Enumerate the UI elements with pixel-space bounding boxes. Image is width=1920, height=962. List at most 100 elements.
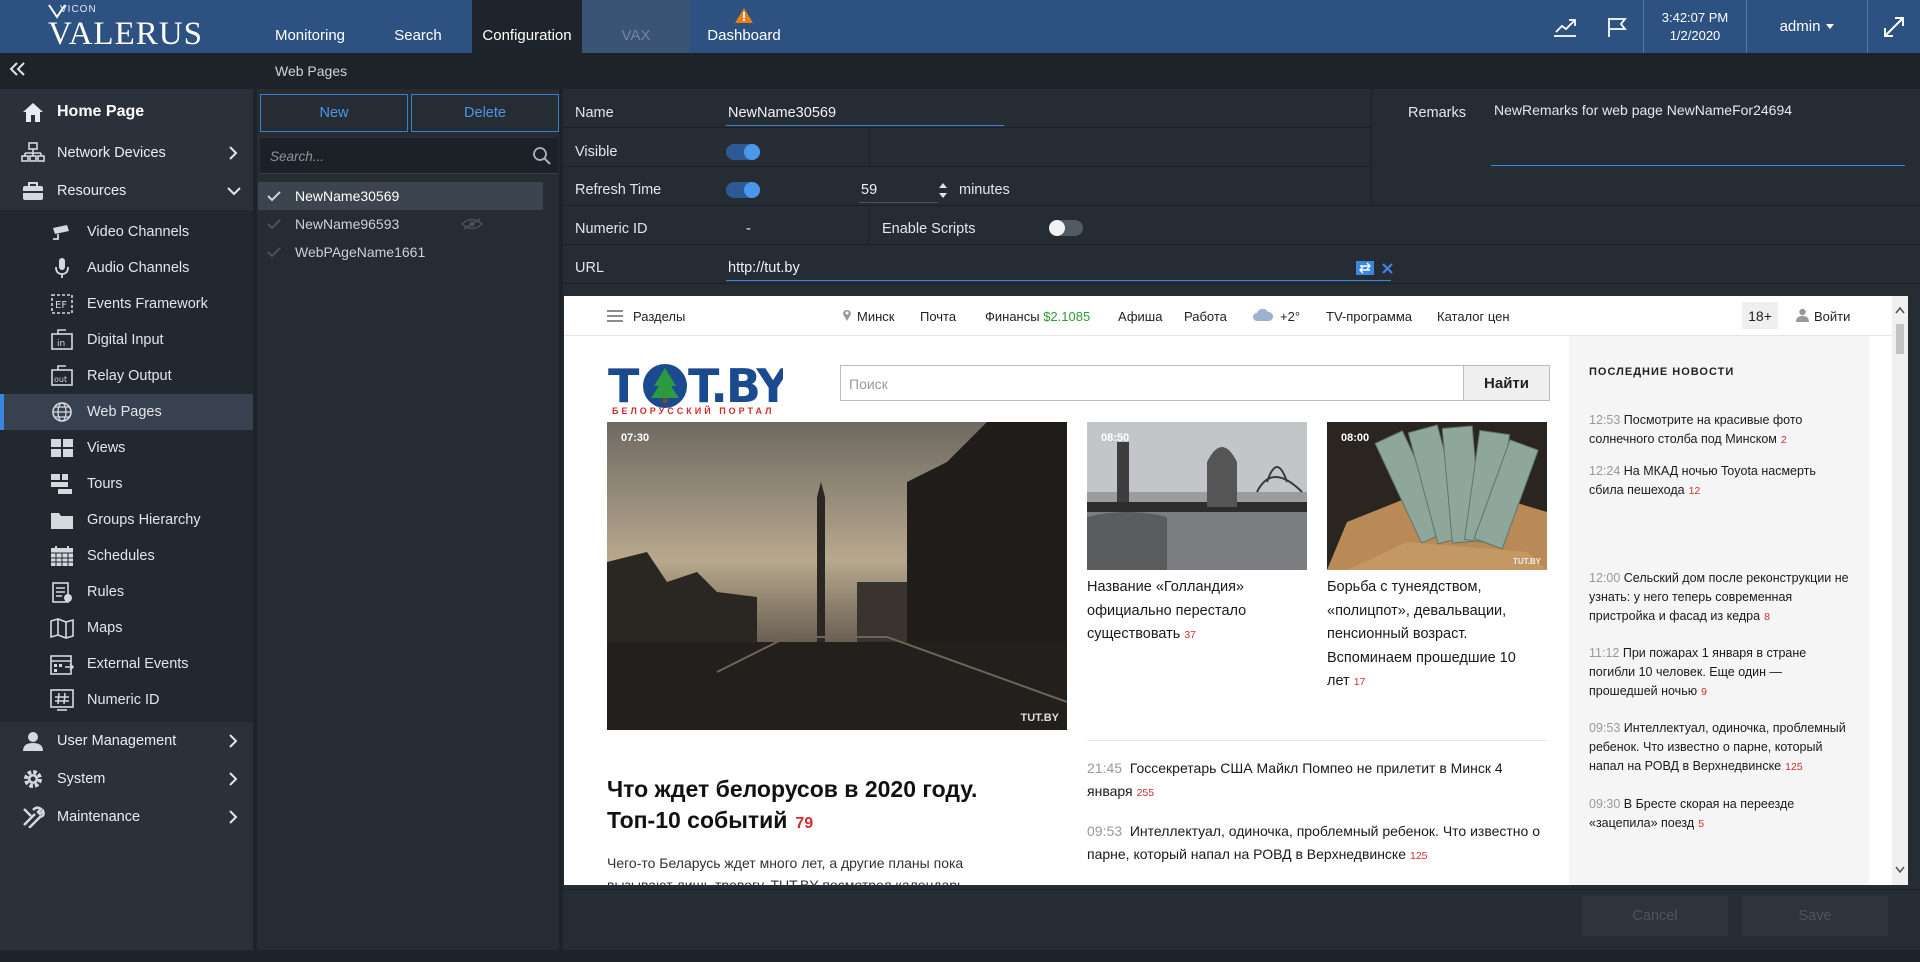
sidebar-item-resources[interactable]: Resources [0,172,253,210]
city-street-photo [607,422,1067,730]
user-menu[interactable]: admin [1747,0,1867,53]
news-item[interactable]: 12:00 Сельский дом после реконструкции н… [1589,569,1849,627]
main-story-photo[interactable]: 07:30 TUT.BY [607,422,1067,730]
tab-dashboard[interactable]: Dashboard [690,0,798,53]
sidebar-item-groups-hierarchy[interactable]: Groups Hierarchy [0,502,253,538]
flag-button[interactable] [1591,0,1643,53]
sidebar-item-tours[interactable]: Tours [0,466,253,502]
sidebar: Home Page Network Devices Resources Vide… [0,89,253,950]
site-search-input[interactable]: Поиск Найти [840,365,1550,401]
site-nav-afisha[interactable]: Афиша [1118,309,1162,324]
stepper-arrows-icon[interactable] [938,181,948,201]
search-input[interactable]: Search... [260,138,558,174]
site-nav-catalog[interactable]: Каталог цен [1437,309,1510,324]
clear-url-icon[interactable] [1382,263,1393,274]
site-search-button[interactable]: Найти [1463,366,1549,400]
scroll-down-icon[interactable] [1895,866,1905,874]
report-button[interactable] [1539,0,1591,53]
story-card-title[interactable]: Название «Голландия» официально перестал… [1087,576,1307,648]
save-button[interactable]: Save [1742,896,1888,936]
divider [563,127,1371,128]
refresh-time-toggle[interactable] [726,182,760,198]
sidebar-item-video-channels[interactable]: Video Channels [0,214,253,250]
url-field[interactable]: http://tut.by [728,260,800,276]
tab-search[interactable]: Search [364,0,472,53]
sidebar-item-audio-channels[interactable]: Audio Channels [0,250,253,286]
digital-input-icon: in [50,328,74,352]
sidebar-item-home-page[interactable]: Home Page [0,89,253,134]
sidebar-item-rules[interactable]: Rules [0,574,253,610]
sidebar-item-user-management[interactable]: User Management [0,722,253,760]
site-nav-tv[interactable]: TV-программа [1326,309,1412,324]
views-icon [50,436,74,460]
sidebar-item-relay-output[interactable]: out Relay Output [0,358,253,394]
sidebar-item-system[interactable]: System [0,760,253,798]
search-icon[interactable] [532,146,552,166]
apply-url-icon[interactable] [1356,261,1374,275]
check-icon [267,191,281,202]
remarks-field-underline [1491,165,1905,166]
sidebar-item-web-pages[interactable]: Web Pages [0,394,253,430]
list-item[interactable]: NewName30569 [258,182,543,210]
list-item[interactable]: NewName96593 [258,210,543,238]
hamburger-icon[interactable] [607,310,623,322]
enable-scripts-toggle[interactable] [1049,220,1083,236]
story-card-photo[interactable]: 08:00 TUT.BY [1327,422,1547,570]
collapse-sidebar-icon[interactable] [8,59,28,79]
list-item[interactable]: WebPAgeName1661 [258,238,543,266]
preview-scrollbar[interactable] [1892,296,1908,885]
card-photo-time: 08:50 [1101,432,1130,444]
news-item[interactable]: 09:53 Интеллектуал, одиночка, проблемный… [1087,820,1547,868]
news-item[interactable]: 12:53 Посмотрите на красивые фото солнеч… [1589,411,1849,450]
story-card-title[interactable]: Борьба с тунеядством, «полицпот», деваль… [1327,576,1547,695]
news-item[interactable]: 09:30 В Бресте скорая на переезде «зацеп… [1589,795,1849,834]
web-page-preview[interactable]: Разделы Минск Почта Финансы $2.1085 Афиш… [564,296,1908,885]
site-logo[interactable]: T T.BY БЕЛОРУССКИЙ ПОРТАЛ [608,358,783,424]
tab-configuration[interactable]: Configuration [472,0,582,53]
sidebar-item-schedules[interactable]: Schedules [0,538,253,574]
news-item[interactable]: 09:53 Интеллектуал, одиночка, проблемный… [1589,719,1849,777]
tab-vax[interactable]: VAX [582,0,690,53]
sidebar-item-events-framework[interactable]: EF Events Framework [0,286,253,322]
news-item[interactable]: 11:12 При пожарах 1 января в стране поги… [1589,644,1849,702]
site-nav-sections[interactable]: Разделы [633,309,685,324]
site-nav-city[interactable]: Минск [857,309,894,324]
visible-toggle[interactable] [726,144,760,160]
sidebar-item-numeric-id[interactable]: Numeric ID [0,682,253,718]
sidebar-item-label: System [57,771,106,787]
scroll-thumb[interactable] [1896,324,1904,354]
login-link[interactable]: Войти [1814,309,1850,324]
fullscreen-button[interactable] [1868,0,1920,53]
delete-button[interactable]: Delete [411,94,559,132]
resources-submenu: Video Channels Audio Channels EF Events … [0,210,253,722]
chevron-down-icon [227,187,241,196]
site-nav-mail[interactable]: Почта [920,309,956,324]
story-card-photo[interactable]: 08:50 [1087,422,1307,570]
sidebar-item-external-events[interactable]: External Events [0,646,253,682]
sidebar-item-digital-input[interactable]: in Digital Input [0,322,253,358]
refresh-time-input[interactable]: 59 [861,182,877,198]
news-item[interactable]: 21:45 Госсекретарь США Майкл Помпео не п… [1087,757,1547,805]
news-title: Сельский дом после реконструкции не узна… [1589,571,1849,623]
news-item[interactable]: 12:24 На МКАД ночью Toyota насмерть сбил… [1589,462,1849,501]
svg-text:EF: EF [55,300,67,311]
remarks-field[interactable]: NewRemarks for web page NewNameFor24694 [1494,102,1792,118]
sidebar-item-views[interactable]: Views [0,430,253,466]
site-top-bar: Разделы Минск Почта Финансы $2.1085 Афиш… [564,296,1908,336]
svg-text:T: T [608,359,640,413]
cancel-button[interactable]: Cancel [1582,896,1728,936]
sidebar-item-network-devices[interactable]: Network Devices [0,134,253,172]
name-field[interactable]: NewName30569 [728,105,836,121]
news-time: 09:53 [1087,823,1123,839]
tab-monitoring[interactable]: Monitoring [256,0,364,53]
sidebar-item-maps[interactable]: Maps [0,610,253,646]
scroll-up-icon[interactable] [1895,306,1905,314]
weather-temp[interactable]: +2° [1280,309,1300,324]
main-story-title[interactable]: Что ждет белорусов в 2020 году. Топ-10 с… [607,774,1007,839]
site-nav-work[interactable]: Работа [1184,309,1227,324]
sidebar-item-label: Views [87,440,126,456]
new-button[interactable]: New [260,94,408,132]
sidebar-item-maintenance[interactable]: Maintenance [0,798,253,836]
site-nav-finance[interactable]: Финансы $2.1085 [985,309,1090,324]
map-icon [50,616,74,640]
